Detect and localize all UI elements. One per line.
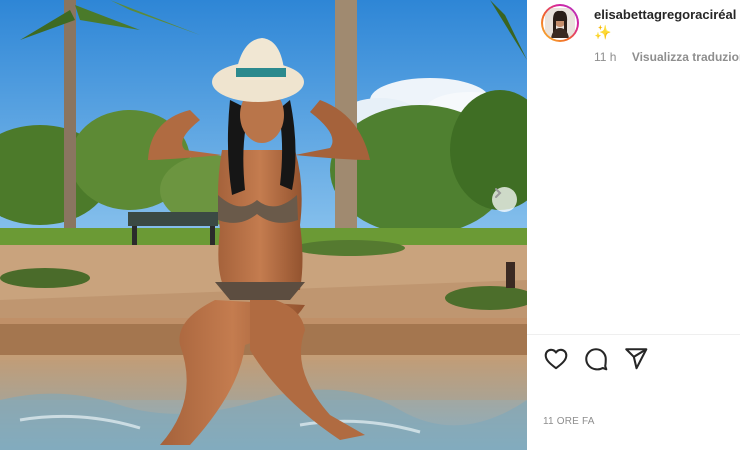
post-time: 11 h (594, 50, 617, 64)
comment-meta: 11 h Visualizza traduzione (594, 50, 740, 64)
caption-text: ✨ (594, 24, 612, 40)
share-button[interactable] (623, 346, 651, 374)
username-link[interactable]: elisabettagregoraciréal (594, 7, 736, 22)
heart-icon (544, 348, 568, 370)
photo-scene (0, 0, 527, 450)
avatar[interactable] (541, 4, 579, 42)
profile-photo (545, 8, 575, 38)
next-slide-button[interactable] (492, 187, 517, 212)
paper-plane-icon (625, 348, 648, 370)
avatar-image (543, 6, 577, 40)
post-timestamp: 11 ORE FA (543, 416, 595, 427)
divider (527, 334, 740, 335)
comment-icon (585, 348, 608, 371)
post-sidebar: elisabettagregoraciréal ✨ 11 h Visualizz… (527, 0, 740, 450)
comment-button[interactable] (583, 346, 611, 374)
like-button[interactable] (543, 346, 571, 374)
see-translation-link[interactable]: Visualizza traduzione (632, 50, 740, 64)
post-image[interactable] (0, 0, 527, 450)
chevron-right-icon (495, 188, 502, 198)
